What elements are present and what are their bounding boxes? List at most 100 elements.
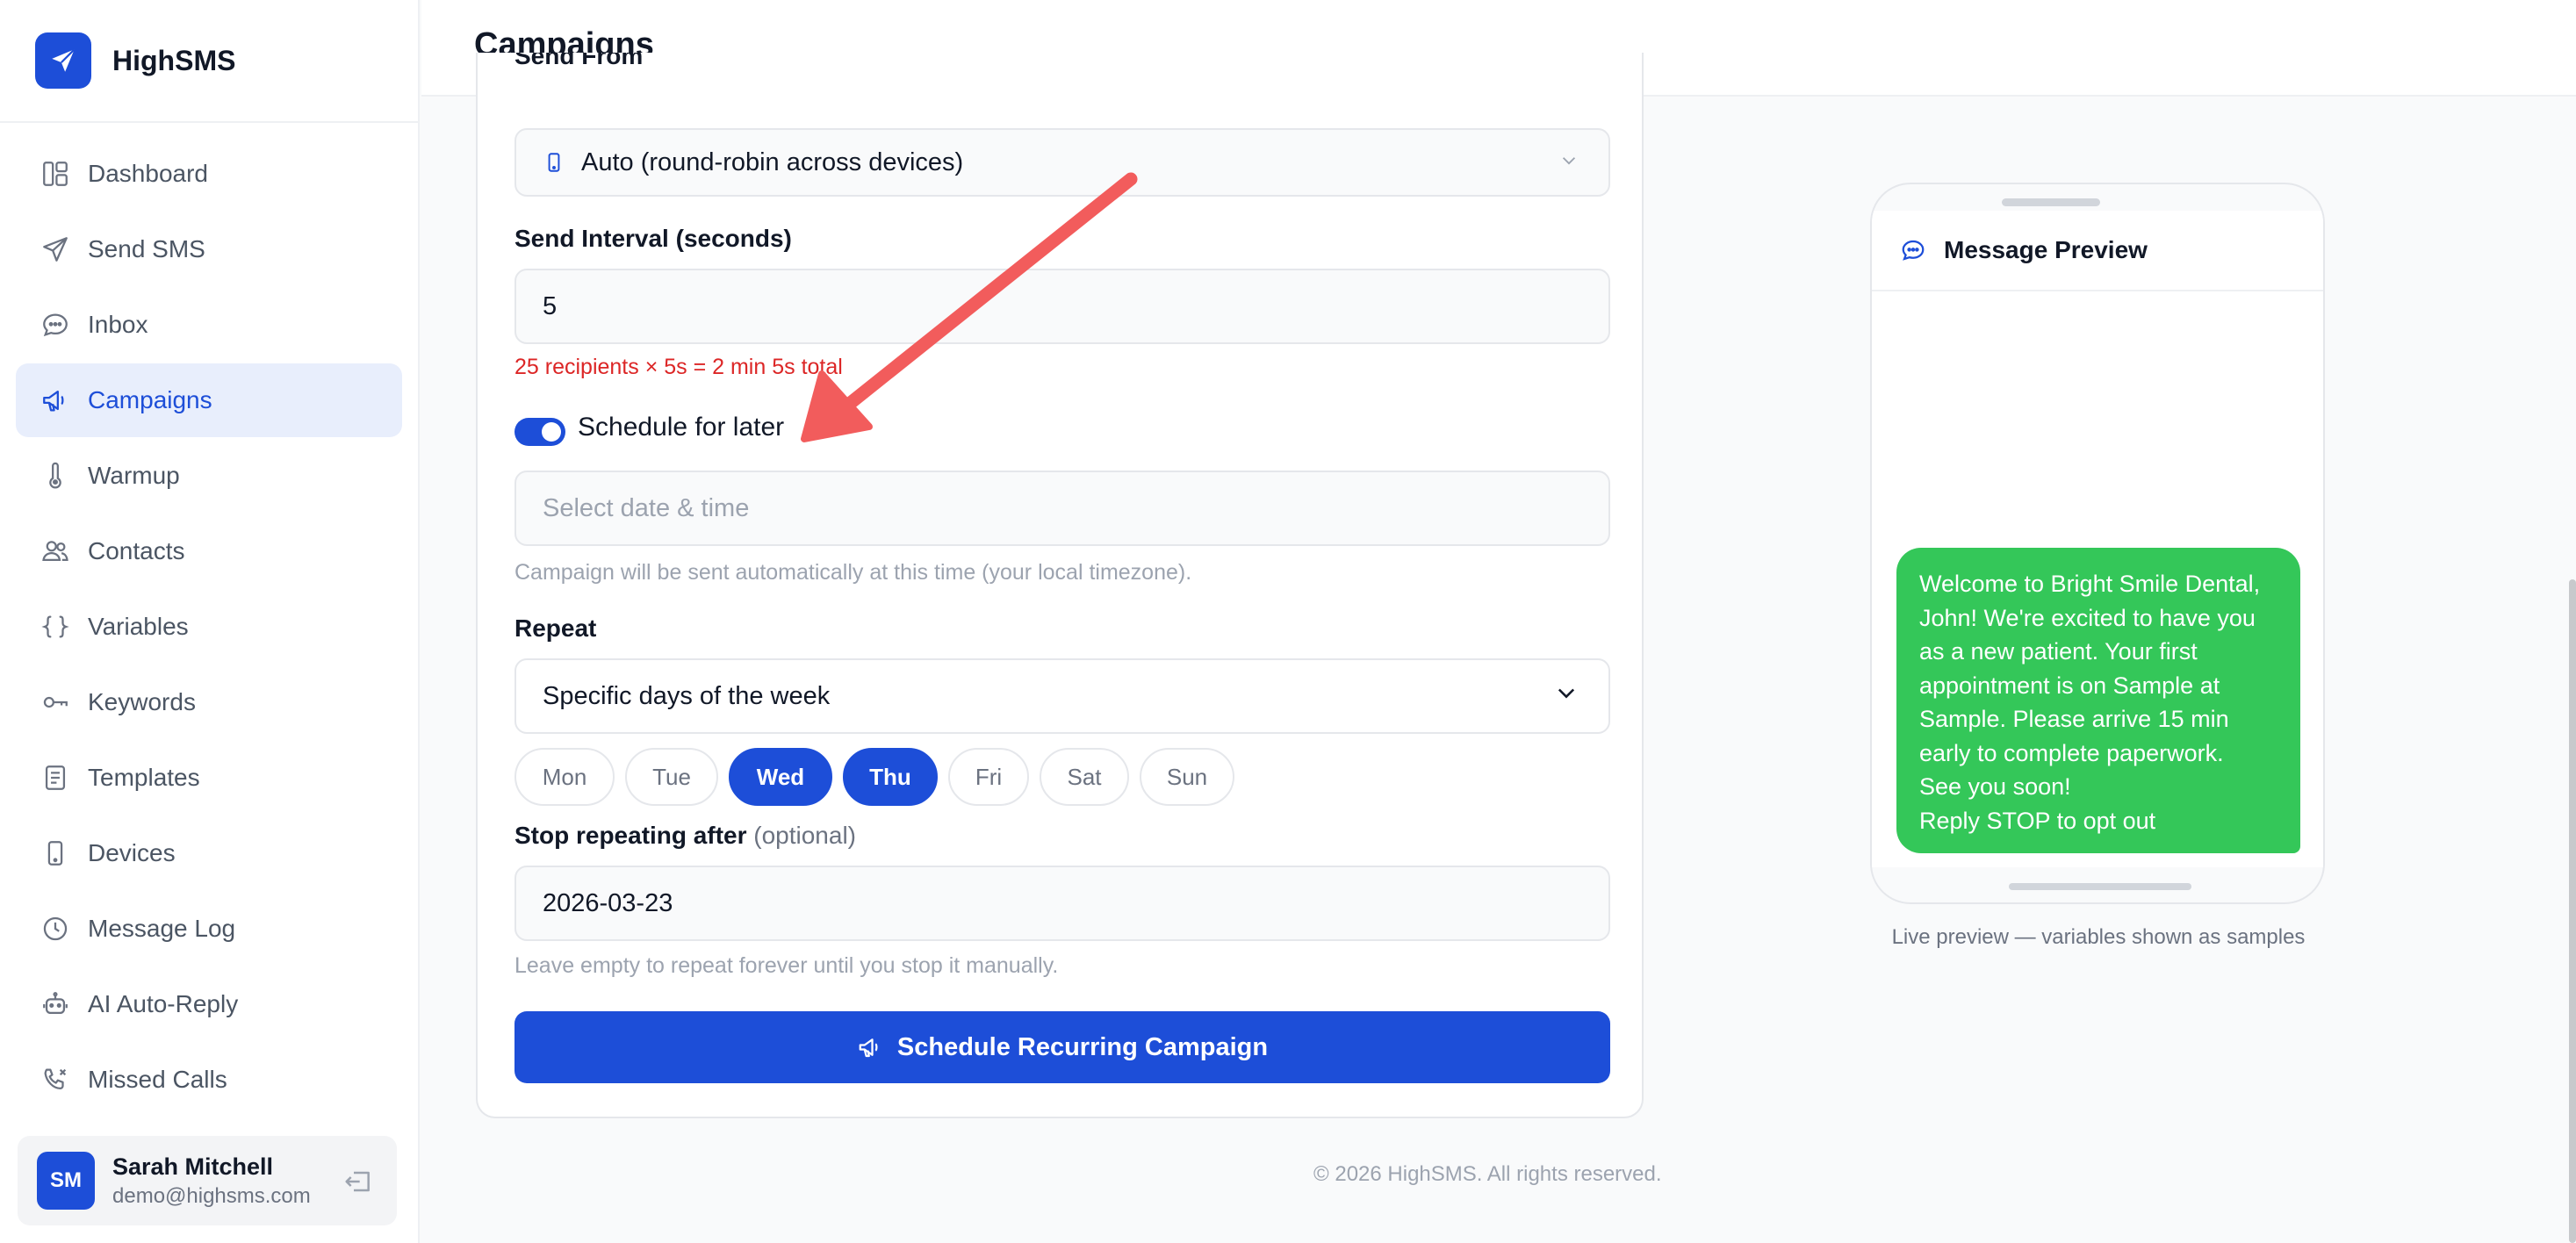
day-fri-button[interactable]: Fri (948, 748, 1029, 806)
send-interval-input[interactable]: 5 (514, 269, 1610, 344)
sidebar-item-label: Contacts (88, 537, 185, 564)
sidebar-item-ai-auto-reply[interactable]: AI Auto-Reply (16, 967, 402, 1041)
send-from-value: Auto (round-robin across devices) (581, 147, 964, 176)
chevron-down-icon (1559, 148, 1579, 177)
sidebar-item-send-sms[interactable]: Send SMS (16, 212, 402, 286)
sidebar-item-campaigns[interactable]: Campaigns (16, 363, 402, 437)
sidebar-item-variables[interactable]: Variables (16, 590, 402, 664)
day-wed-button[interactable]: Wed (729, 748, 832, 806)
sidebar-item-label: Warmup (88, 462, 180, 489)
message-line: Welcome to Bright Smile Dental, (1919, 571, 2261, 597)
missed-call-icon (40, 1065, 70, 1095)
sidebar-nav: Dashboard Send SMS Inbox Campaigns Warmu… (0, 123, 418, 1117)
schedule-datetime-placeholder: Select date & time (543, 493, 750, 522)
sidebar: HighSMS Dashboard Send SMS Inbox Campaig… (0, 0, 420, 1243)
schedule-recurring-campaign-button[interactable]: Schedule Recurring Campaign (514, 1011, 1610, 1083)
page-scrollbar[interactable] (2569, 579, 2576, 1243)
brand-logo-icon (35, 32, 91, 89)
sidebar-item-label: Dashboard (88, 160, 208, 187)
phone-icon (543, 149, 565, 176)
chevron-down-icon (1554, 680, 1579, 712)
user-email: demo@highsms.com (112, 1183, 311, 1208)
stop-repeating-label: Stop repeating after (optional) (514, 822, 856, 850)
brand-name: HighSMS (112, 44, 236, 76)
sidebar-item-label: Variables (88, 613, 189, 640)
message-line: appointment is on Sample at (1919, 672, 2220, 699)
phone-home-bar (2009, 883, 2191, 890)
send-duration-estimate: 25 recipients × 5s = 2 min 5s total (514, 355, 843, 379)
sidebar-item-keywords[interactable]: Keywords (16, 665, 402, 739)
key-icon (40, 687, 70, 717)
day-mon-button[interactable]: Mon (514, 748, 615, 806)
schedule-help-text: Campaign will be sent automatically at t… (514, 560, 1192, 585)
toggle-knob (542, 422, 561, 442)
day-sun-button[interactable]: Sun (1140, 748, 1234, 806)
sidebar-item-label: Devices (88, 839, 176, 866)
repeat-value: Specific days of the week (543, 681, 831, 710)
sidebar-item-label: Templates (88, 764, 200, 791)
logout-icon[interactable] (341, 1164, 376, 1199)
sidebar-item-contacts[interactable]: Contacts (16, 514, 402, 588)
stop-help-text: Leave empty to repeat forever until you … (514, 953, 1059, 978)
message-line: John! We're excited to have you (1919, 604, 2256, 631)
brand[interactable]: HighSMS (0, 0, 418, 123)
preview-title: Message Preview (1944, 236, 2148, 263)
message-line: Sample. Please arrive 15 min (1919, 706, 2229, 732)
submit-label: Schedule Recurring Campaign (896, 1032, 1269, 1061)
user-name: Sarah Mitchell (112, 1153, 274, 1180)
sidebar-item-label: Keywords (88, 688, 196, 715)
sidebar-item-devices[interactable]: Devices (16, 816, 402, 890)
schedule-toggle-label[interactable]: Schedule for later (578, 413, 784, 442)
stop-repeating-label-text: Stop repeating after (514, 822, 747, 849)
robot-icon (40, 989, 70, 1019)
send-interval-label: Send Interval (seconds) (514, 225, 792, 252)
sidebar-item-missed-calls[interactable]: Missed Calls (16, 1043, 402, 1117)
document-icon (40, 763, 70, 793)
sidebar-item-label: Send SMS (88, 235, 205, 262)
user-card[interactable]: SM Sarah Mitchell demo@highsms.com (18, 1136, 397, 1225)
schedule-toggle[interactable] (514, 418, 565, 446)
phone-screen: Message Preview Welcome to Bright Smile … (1872, 211, 2323, 867)
chat-icon (1900, 237, 1926, 263)
sidebar-item-inbox[interactable]: Inbox (16, 288, 402, 362)
message-bubble: Welcome to Bright Smile Dental, John! We… (1896, 548, 2300, 853)
sidebar-item-warmup[interactable]: Warmup (16, 439, 402, 513)
sidebar-item-label: Inbox (88, 311, 148, 338)
megaphone-icon (40, 385, 70, 415)
stop-date-input[interactable]: 2026-03-23 (514, 866, 1610, 941)
sidebar-item-dashboard[interactable]: Dashboard (16, 137, 402, 211)
sidebar-item-templates[interactable]: Templates (16, 741, 402, 815)
preview-header: Message Preview (1872, 211, 2323, 291)
dashboard-icon (40, 159, 70, 189)
phone-notch (2002, 198, 2100, 206)
weekday-selector: Mon Tue Wed Thu Fri Sat Sun (514, 748, 1234, 806)
sidebar-item-label: Campaigns (88, 386, 212, 413)
day-thu-button[interactable]: Thu (843, 748, 938, 806)
braces-icon (40, 612, 70, 642)
repeat-label: Repeat (514, 614, 597, 642)
message-line: early to complete paperwork. (1919, 739, 2224, 766)
send-icon (40, 234, 70, 264)
sidebar-item-message-log[interactable]: Message Log (16, 892, 402, 966)
campaign-form-card: Send From Auto (round-robin across devic… (476, 53, 1644, 1118)
send-interval-value: 5 (543, 291, 558, 320)
chat-icon (40, 310, 70, 340)
phone-preview: Message Preview Welcome to Bright Smile … (1870, 183, 2325, 904)
thermometer-icon (40, 461, 70, 491)
users-icon (40, 536, 70, 566)
send-from-select[interactable]: Auto (round-robin across devices) (514, 128, 1610, 197)
day-tue-button[interactable]: Tue (625, 748, 718, 806)
message-line: as a new patient. Your first (1919, 638, 2198, 665)
sidebar-item-label: Message Log (88, 915, 236, 942)
user-info: Sarah Mitchell demo@highsms.com (112, 1153, 311, 1209)
repeat-select[interactable]: Specific days of the week (514, 658, 1610, 734)
schedule-datetime-input[interactable]: Select date & time (514, 471, 1610, 546)
sidebar-item-label: AI Auto-Reply (88, 990, 239, 1017)
send-from-label: Send From (514, 53, 644, 69)
avatar: SM (37, 1152, 95, 1210)
message-line: See you soon! (1919, 773, 2071, 800)
message-line: Reply STOP to opt out (1919, 807, 2156, 834)
day-sat-button[interactable]: Sat (1040, 748, 1129, 806)
stop-date-value: 2026-03-23 (543, 888, 673, 917)
sidebar-item-label: Missed Calls (88, 1066, 227, 1093)
